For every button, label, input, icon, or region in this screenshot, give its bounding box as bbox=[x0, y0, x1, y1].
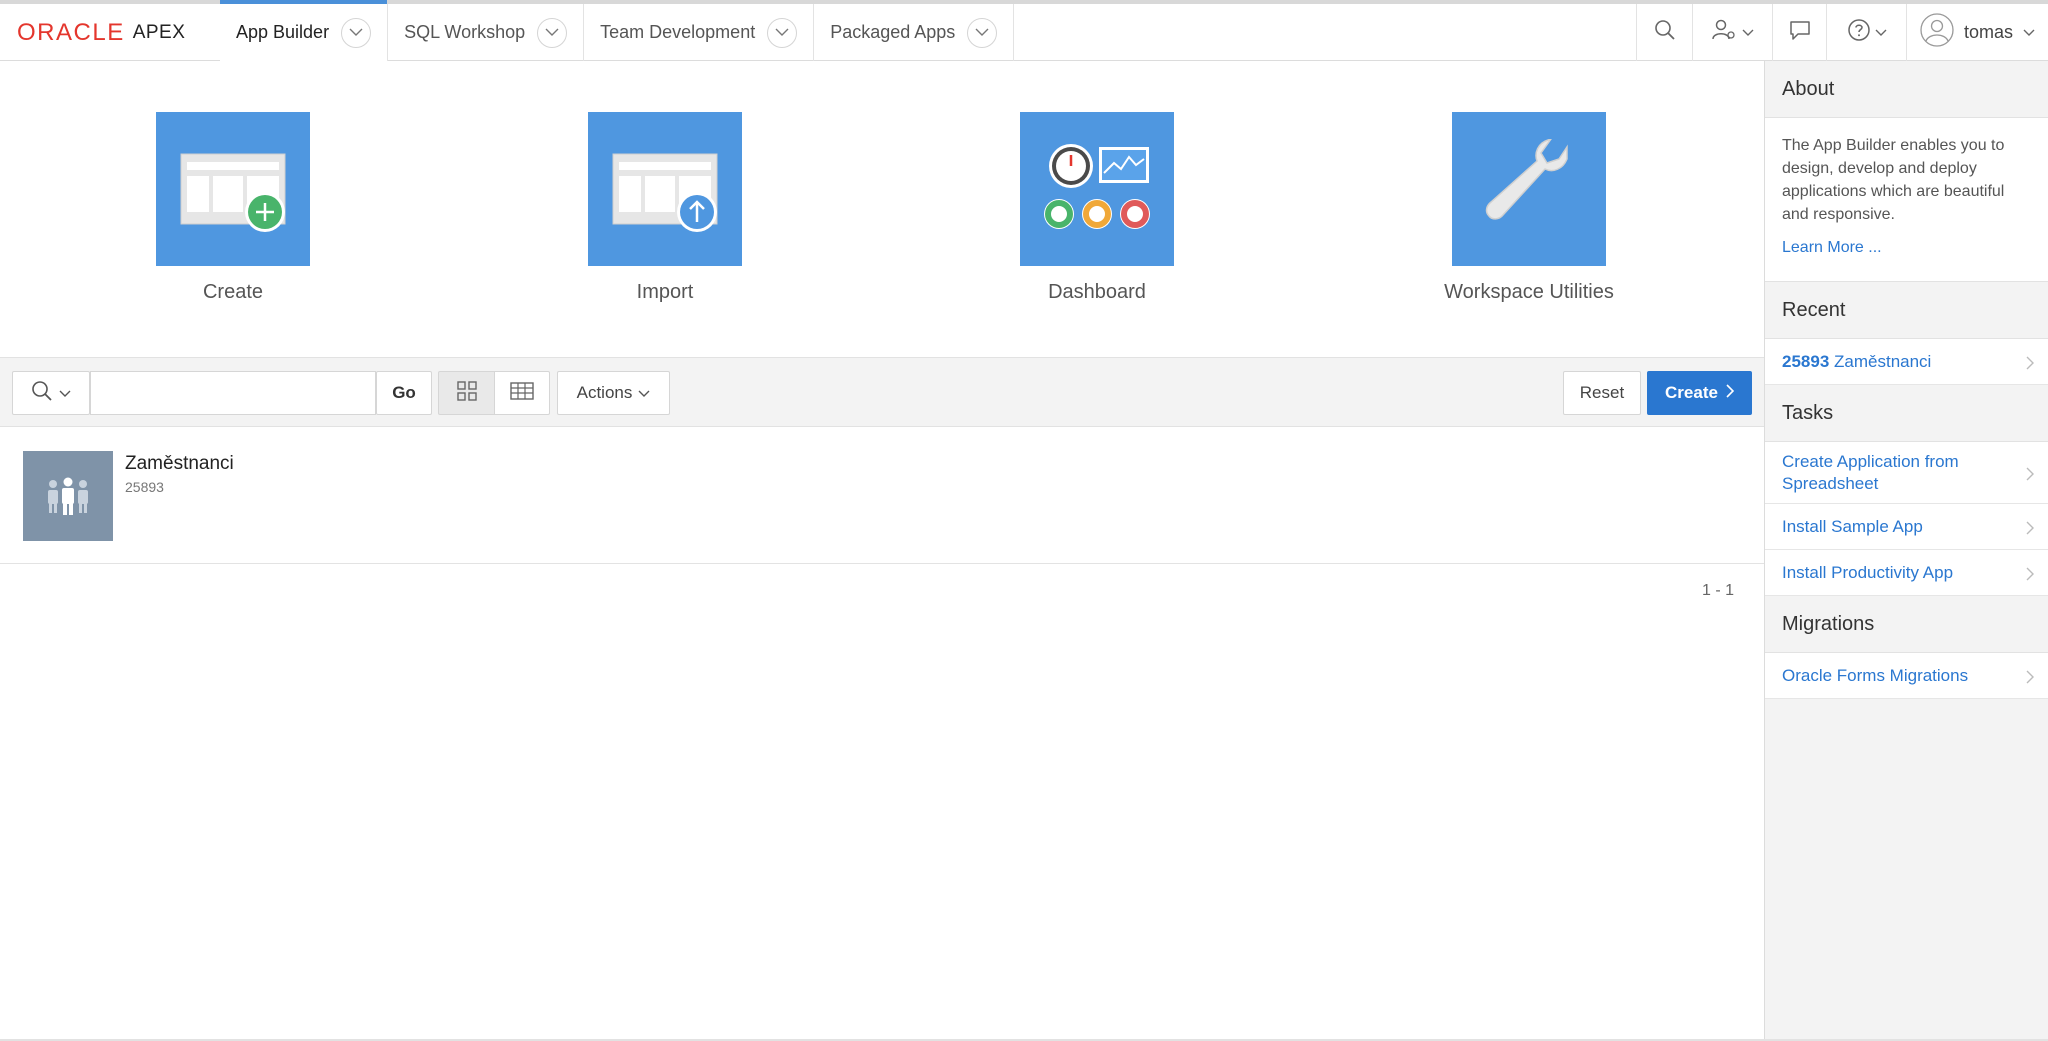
search-icon bbox=[31, 380, 53, 407]
tile-label: Dashboard bbox=[1048, 281, 1146, 303]
help-icon bbox=[1847, 18, 1871, 47]
recent-item-id: 25893 bbox=[1782, 351, 1830, 371]
view-icons-button[interactable] bbox=[438, 371, 495, 415]
chevron-right-icon bbox=[2026, 565, 2034, 587]
tab-label: Team Development bbox=[600, 22, 756, 42]
chevron-down-icon[interactable] bbox=[537, 17, 568, 48]
task-label: Create Application from Spreadsheet bbox=[1782, 451, 1959, 493]
dashboard-icon[interactable] bbox=[1020, 112, 1174, 266]
chevron-down-icon[interactable] bbox=[967, 17, 998, 48]
chevron-right-icon bbox=[2026, 668, 2034, 690]
pagination-info: 1 - 1 bbox=[1701, 582, 1734, 599]
search-button[interactable] bbox=[1636, 4, 1692, 61]
feedback-button[interactable] bbox=[1772, 4, 1826, 61]
task-create-from-spreadsheet[interactable]: Create Application from Spreadsheet bbox=[1765, 442, 2048, 504]
recent-list: 25893 Zaměstnanci bbox=[1765, 338, 2048, 385]
oracle-forms-migrations-link[interactable]: Oracle Forms Migrations bbox=[1765, 653, 2048, 699]
application-icon[interactable] bbox=[23, 451, 113, 541]
chevron-right-icon bbox=[1726, 383, 1735, 403]
task-label: Install Sample App bbox=[1782, 516, 1923, 536]
administration-menu-button[interactable] bbox=[1692, 4, 1772, 61]
chevron-down-icon[interactable] bbox=[341, 17, 372, 48]
about-heading: About bbox=[1782, 77, 1835, 100]
help-menu-button[interactable] bbox=[1826, 4, 1906, 61]
about-text: The App Builder enables you to design, d… bbox=[1782, 137, 2005, 223]
wrench-icon[interactable] bbox=[1452, 112, 1606, 266]
reset-button[interactable]: Reset bbox=[1563, 371, 1641, 415]
tab-label: App Builder bbox=[236, 22, 330, 42]
search-column-selector[interactable] bbox=[12, 371, 90, 415]
chevron-down-icon[interactable] bbox=[767, 17, 798, 48]
recent-item-name: Zaměstnanci bbox=[1834, 351, 1932, 371]
create-label: Create bbox=[1665, 383, 1718, 402]
task-install-sample-app[interactable]: Install Sample App bbox=[1765, 504, 2048, 550]
chevron-down-icon bbox=[59, 383, 71, 403]
table-view-icon bbox=[510, 381, 534, 405]
learn-more-link[interactable]: Learn More ... bbox=[1782, 236, 2031, 259]
create-button[interactable]: Create bbox=[1647, 371, 1752, 415]
chevron-down-icon bbox=[1875, 24, 1887, 42]
tile-label: Workspace Utilities bbox=[1444, 281, 1614, 303]
tasks-heading: Tasks bbox=[1782, 401, 1834, 424]
recent-item[interactable]: 25893 Zaměstnanci bbox=[1765, 339, 2048, 385]
migration-label: Oracle Forms Migrations bbox=[1782, 665, 1969, 685]
grid-view-icon bbox=[456, 380, 477, 406]
user-menu-button[interactable]: tomas bbox=[1906, 4, 2048, 61]
side-panel: About The App Builder enables you to des… bbox=[1764, 61, 2048, 1041]
tile-import[interactable]: Import bbox=[495, 112, 835, 304]
import-app-icon[interactable] bbox=[588, 112, 742, 266]
chat-bubble-icon bbox=[1789, 19, 1811, 46]
tab-app-builder[interactable]: App Builder bbox=[220, 0, 389, 61]
chevron-down-icon bbox=[1742, 24, 1754, 42]
search-icon bbox=[1654, 19, 1676, 46]
avatar-icon bbox=[1920, 13, 1954, 52]
oracle-wordmark: ORACLE bbox=[17, 18, 125, 46]
search-toolbar: Go Actions Reset Create bbox=[0, 357, 1764, 427]
tab-label: Packaged Apps bbox=[830, 22, 956, 42]
tile-create[interactable]: Create bbox=[63, 112, 403, 304]
actions-label: Actions bbox=[576, 383, 633, 402]
actions-menu-button[interactable]: Actions bbox=[557, 371, 670, 415]
tile-label: Import bbox=[636, 281, 694, 303]
task-label: Install Productivity App bbox=[1782, 562, 1954, 582]
chevron-right-icon bbox=[2026, 354, 2034, 376]
tile-workspace-utilities[interactable]: Workspace Utilities bbox=[1359, 112, 1699, 304]
tab-team-development[interactable]: Team Development bbox=[584, 4, 815, 61]
search-input[interactable] bbox=[90, 371, 376, 415]
task-install-productivity-app[interactable]: Install Productivity App bbox=[1765, 550, 2048, 596]
main-content: Create Import Dashboard Workspace Utilit… bbox=[0, 61, 1764, 1041]
tile-dashboard[interactable]: Dashboard bbox=[927, 112, 1267, 304]
tab-label: SQL Workshop bbox=[404, 22, 526, 42]
chevron-down-icon bbox=[2023, 24, 2035, 42]
about-region: The App Builder enables you to design, d… bbox=[1765, 117, 2048, 282]
apex-wordmark: APEX bbox=[132, 21, 186, 43]
recent-heading: Recent bbox=[1782, 298, 1846, 321]
go-button[interactable]: Go bbox=[376, 371, 432, 415]
application-name[interactable]: Zaměstnanci bbox=[125, 453, 234, 475]
top-navigation-bar: ORACLE APEX App Builder SQL Workshop Tea… bbox=[0, 0, 2048, 61]
tile-label: Create bbox=[202, 281, 264, 303]
hero-tiles: Create Import Dashboard Workspace Utilit… bbox=[0, 61, 1764, 357]
user-settings-icon bbox=[1711, 19, 1738, 46]
view-report-button[interactable] bbox=[494, 371, 550, 415]
tab-sql-workshop[interactable]: SQL Workshop bbox=[388, 4, 585, 61]
tab-packaged-apps[interactable]: Packaged Apps bbox=[814, 4, 1015, 61]
tasks-list: Create Application from Spreadsheet Inst… bbox=[1765, 441, 2048, 596]
migrations-heading: Migrations bbox=[1782, 612, 1875, 635]
migrations-list: Oracle Forms Migrations bbox=[1765, 652, 2048, 699]
user-name: tomas bbox=[1963, 22, 2014, 42]
application-card[interactable]: Zaměstnanci 25893 bbox=[0, 427, 1764, 564]
chevron-right-icon bbox=[2026, 519, 2034, 541]
create-app-icon[interactable] bbox=[156, 112, 310, 266]
chevron-down-icon bbox=[638, 383, 650, 403]
chevron-right-icon bbox=[2026, 465, 2034, 487]
application-id: 25893 bbox=[125, 479, 164, 495]
oracle-apex-logo[interactable]: ORACLE APEX bbox=[0, 4, 220, 61]
